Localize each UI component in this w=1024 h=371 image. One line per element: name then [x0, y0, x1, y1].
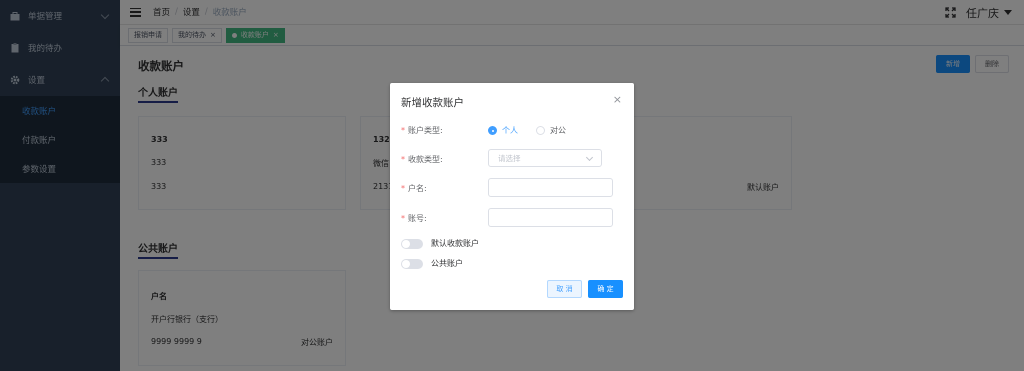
radio-label: 个人 [502, 126, 518, 135]
default-account-row: 默认收款账户 [401, 238, 479, 249]
default-account-switch[interactable] [401, 238, 423, 249]
radio-corporate[interactable]: 对公 [536, 125, 566, 136]
confirm-button[interactable]: 确 定 [588, 280, 623, 298]
radio-checked-icon [488, 126, 497, 135]
account-number-input[interactable] [488, 208, 613, 227]
switch-label: 公共账户 [431, 259, 463, 268]
receive-type-select[interactable]: 请选择 [488, 149, 602, 167]
radio-personal[interactable]: 个人 [488, 125, 518, 136]
account-name-label: * 户名: [401, 184, 427, 193]
receive-type-label: * 收款类型: [401, 155, 443, 164]
switch-label: 默认收款账户 [431, 239, 479, 248]
account-number-label: * 账号: [401, 214, 427, 223]
radio-label: 对公 [550, 126, 566, 135]
account-name-input[interactable] [488, 178, 613, 197]
public-account-row: 公共账户 [401, 258, 463, 269]
required-mark: * [401, 126, 405, 135]
cancel-button[interactable]: 取 消 [547, 280, 582, 298]
account-type-label: * 账户类型: [401, 126, 443, 135]
select-placeholder: 请选择 [498, 153, 521, 163]
public-account-switch[interactable] [401, 258, 423, 269]
close-icon[interactable]: × [613, 93, 622, 106]
add-account-dialog: 新增收款账户 × * 账户类型: 个人 对公 * 收款类型: 请选择 * 户名: * 账… [390, 83, 634, 310]
dialog-title: 新增收款账户 [401, 97, 464, 109]
chevron-down-icon [585, 153, 594, 162]
radio-unchecked-icon [536, 126, 545, 135]
